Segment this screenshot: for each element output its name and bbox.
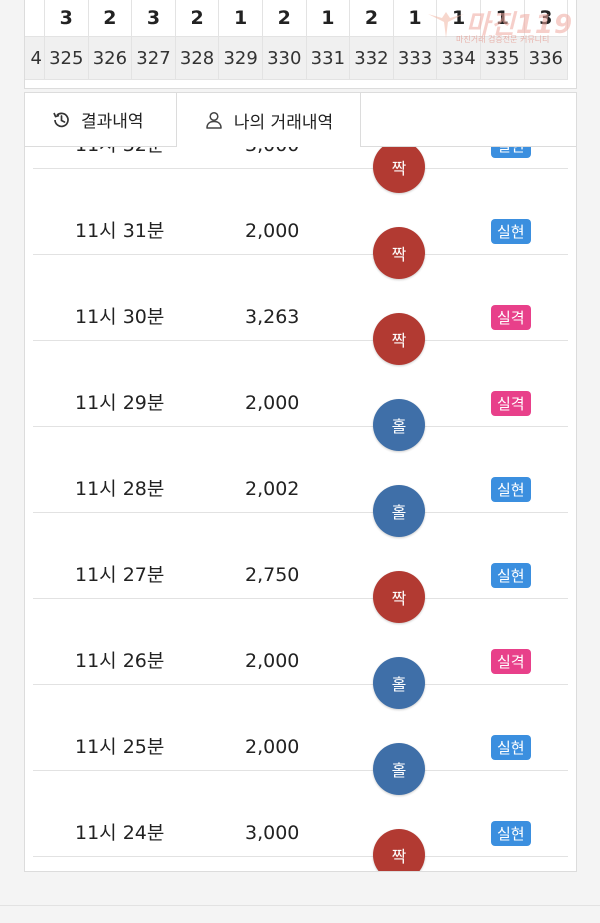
trade-row: 11시 30분 3,263 짝 실격 [33,255,568,365]
results-strip: 3 2 3 2 1 2 1 2 1 1 1 3 4 325 326 327 32… [24,0,577,89]
trade-time: 11시 31분 [75,220,165,242]
count-cell: 3 [45,0,89,36]
count-cell [25,0,45,36]
count-cell: 1 [306,0,351,36]
trade-time: 11시 32분 [75,147,164,157]
round-cell: 4 [25,36,45,80]
round-cell: 329 [219,36,263,80]
trade-time: 11시 28분 [75,478,165,500]
round-cell: 327 [132,36,176,80]
trade-amount: 3,000 [245,147,299,157]
result-count-row: 3 2 3 2 1 2 1 2 1 1 1 3 [25,0,576,36]
result-badge: 실격 [491,305,531,330]
trade-time: 11시 25분 [75,736,165,758]
result-badge: 실현 [491,219,531,244]
divider [0,905,600,906]
trade-amount: 2,750 [245,564,300,586]
trade-row: 11시 24분 3,000 짝 실현 [33,771,568,871]
result-badge: 실격 [491,649,531,674]
count-cell: 3 [132,0,176,36]
round-cell: 333 [393,36,438,80]
trade-time: 11시 26분 [75,650,165,672]
trade-time: 11시 30분 [75,306,165,328]
trade-row: 11시 25분 2,000 홀 실현 [33,685,568,795]
round-cell: 335 [480,36,525,80]
history-icon [53,112,69,127]
round-cell: 325 [45,36,89,80]
trade-time: 11시 27분 [75,564,165,586]
trade-amount: 3,000 [245,822,300,844]
trade-row: 11시 31분 2,000 짝 실현 [33,169,568,279]
trade-amount: 2,002 [245,478,300,500]
count-cell: 1 [393,0,438,36]
trade-amount: 3,263 [245,306,300,328]
count-cell: 2 [262,0,307,36]
round-number-row: 4 325 326 327 328 329 330 331 332 333 33… [25,36,576,80]
tab-label: 결과내역 [81,112,144,132]
trade-row: 11시 26분 2,000 홀 실격 [33,599,568,709]
result-badge: 실현 [491,735,531,760]
trade-amount: 2,000 [245,220,300,242]
tab-label: 나의 거래내역 [233,112,334,133]
count-cell: 2 [88,0,133,36]
round-cell: 334 [437,36,481,80]
trade-amount: 2,000 [245,736,300,758]
trade-amount: 2,000 [245,650,300,672]
tab-bar: 결과내역 나의 거래내역 [25,93,576,147]
trade-time: 11시 24분 [75,822,165,844]
tab-my-trades[interactable]: 나의 거래내역 [176,93,361,147]
count-cell: 1 [480,0,525,36]
count-cell: 1 [219,0,263,36]
count-cell: 2 [175,0,220,36]
result-badge: 실현 [491,821,531,846]
result-badge: 실현 [491,563,531,588]
user-icon [206,111,222,129]
result-badge: 실현 [491,477,531,502]
trade-row: 11시 28분 2,002 홀 실현 [33,427,568,537]
round-cell: 330 [262,36,307,80]
round-cell: 332 [350,36,394,80]
trade-list[interactable]: 11시 32분 3,000 짝 실현 11시 31분 2,000 짝 실현 11… [33,147,568,871]
trade-time: 11시 29분 [75,392,165,414]
round-cell: 336 [524,36,569,80]
result-badge: 실격 [491,391,531,416]
result-badge: 실현 [491,147,531,158]
count-cell: 3 [524,0,569,36]
trade-amount: 2,000 [245,392,300,414]
trade-row: 11시 32분 3,000 짝 실현 [33,147,568,193]
history-panel: 결과내역 나의 거래내역 11시 32분 3,000 짝 실현 11시 31분 … [24,92,577,872]
round-cell: 326 [88,36,133,80]
trade-row: 11시 27분 2,750 짝 실현 [33,513,568,623]
count-cell: 1 [437,0,481,36]
pick-badge: 짝 [373,829,425,871]
round-cell: 331 [306,36,351,80]
round-cell: 328 [175,36,220,80]
count-cell: 2 [350,0,394,36]
trade-row: 11시 29분 2,000 홀 실격 [33,341,568,451]
